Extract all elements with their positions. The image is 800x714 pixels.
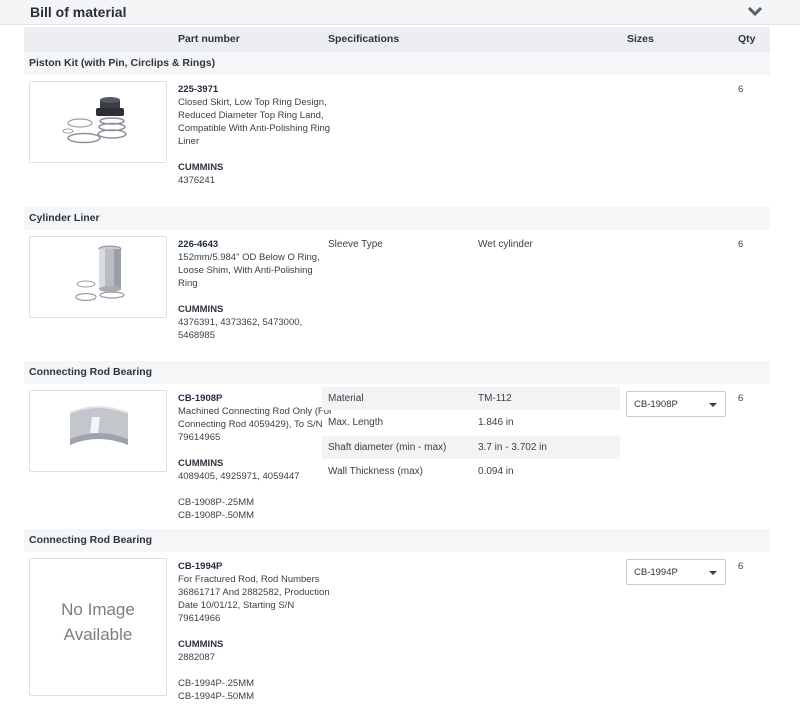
part-number[interactable]: CB-1908P: [178, 392, 222, 405]
bom-header: Bill of material: [0, 0, 800, 25]
part-number[interactable]: 225-3971: [178, 83, 218, 96]
size-select[interactable]: CB-1908P: [626, 391, 726, 417]
part-description-line: Closed Skirt, Low Top Ring Design,: [178, 97, 327, 108]
caret-down-icon: [709, 571, 717, 575]
part-description-line: Liner: [178, 136, 200, 147]
group-title-connecting-rod-bearing: Connecting Rod Bearing: [24, 361, 770, 384]
part-description-line: Compatible With Anti-Polishing Ring: [178, 123, 331, 134]
spec-value: 3.7 in - 3.702 in: [478, 442, 547, 453]
no-image-placeholder: No Image Available: [29, 558, 167, 696]
manufacturer: CUMMINS: [178, 639, 224, 650]
spec-value: 1.846 in: [478, 417, 514, 428]
size-variant: CB-1908P-.50MM: [178, 510, 255, 521]
part-description-line: For Fractured Rod, Rod Numbers: [178, 574, 320, 585]
spec-value: TM-112: [478, 393, 512, 404]
part-description-line: 79614965: [178, 432, 221, 443]
column-qty: Qty: [738, 33, 756, 45]
cylinder-liner-illustration: [75, 245, 125, 302]
quantity: 6: [738, 561, 744, 572]
spec-name: Sleeve Type: [328, 239, 383, 250]
part-description-line: Connecting Rod 4059429), To S/N: [178, 419, 323, 430]
spec-row-stripe: [322, 387, 620, 410]
column-sizes: Sizes: [627, 33, 654, 45]
oem-numbers: 4089405, 4925971, 4059447: [178, 471, 300, 482]
size-select-value: CB-1994P: [634, 567, 678, 578]
part-number[interactable]: 226-4643: [178, 238, 218, 251]
oem-numbers: 2882087: [178, 652, 215, 663]
part-description-line: Date 10/01/12, Starting S/N: [178, 600, 295, 611]
group-title-piston-kit: Piston Kit (with Pin, Circlips & Rings): [24, 52, 770, 75]
part-description-line: 36861717 And 2882582, Production: [178, 587, 330, 598]
group-title-cylinder-liner: Cylinder Liner: [24, 207, 770, 230]
quantity: 6: [738, 84, 744, 95]
manufacturer: CUMMINS: [178, 458, 224, 469]
size-variant: CB-1994P-.50MM: [178, 691, 255, 702]
part-description-line: 79614966: [178, 613, 221, 624]
column-part-number: Part number: [178, 33, 240, 45]
part-description-line: Loose Shim, With Anti-Polishing: [178, 265, 313, 276]
chevron-down-icon[interactable]: [747, 5, 763, 17]
oem-numbers: 4376241: [178, 175, 215, 186]
part-description-line: Machined Connecting Rod Only (For: [178, 406, 333, 417]
spec-name: Material: [328, 393, 364, 404]
no-image-text: No Image: [61, 600, 135, 619]
cylinder-liner-image[interactable]: [29, 236, 167, 318]
spec-value: Wet cylinder: [478, 239, 533, 250]
size-select-value: CB-1908P: [634, 399, 678, 410]
size-variant: CB-1908P-.25MM: [178, 497, 255, 508]
quantity: 6: [738, 393, 744, 404]
manufacturer: CUMMINS: [178, 162, 224, 173]
size-variant: CB-1994P-.25MM: [178, 678, 255, 689]
oem-numbers: 5468985: [178, 330, 215, 341]
table-header: Part number Specifications Sizes Qty: [24, 27, 770, 52]
group-title-connecting-rod-bearing: Connecting Rod Bearing: [24, 529, 770, 552]
column-specifications: Specifications: [328, 33, 400, 45]
piston-kit-illustration: [62, 97, 127, 144]
part-description-line: Reduced Diameter Top Ring Land,: [178, 110, 324, 121]
quantity: 6: [738, 239, 744, 250]
size-select[interactable]: CB-1994P: [626, 559, 726, 585]
bearing-image[interactable]: [29, 390, 167, 472]
piston-kit-image[interactable]: [29, 81, 167, 163]
spec-name: Max. Length: [328, 417, 384, 428]
oem-numbers: 4376391, 4373362, 5473000,: [178, 317, 303, 328]
part-description-line: 152mm/5.984" OD Below O Ring,: [178, 252, 320, 263]
caret-down-icon: [709, 403, 717, 407]
part-number[interactable]: CB-1994P: [178, 560, 222, 573]
bearing-illustration: [69, 406, 129, 445]
no-image-text: Available: [63, 625, 133, 644]
spec-name: Wall Thickness (max): [328, 466, 424, 477]
spec-name: Shaft diameter (min - max): [328, 442, 447, 453]
spec-value: 0.094 in: [478, 466, 514, 477]
manufacturer: CUMMINS: [178, 304, 224, 315]
part-description-line: Ring: [178, 278, 198, 289]
section-title: Bill of material: [30, 4, 127, 20]
